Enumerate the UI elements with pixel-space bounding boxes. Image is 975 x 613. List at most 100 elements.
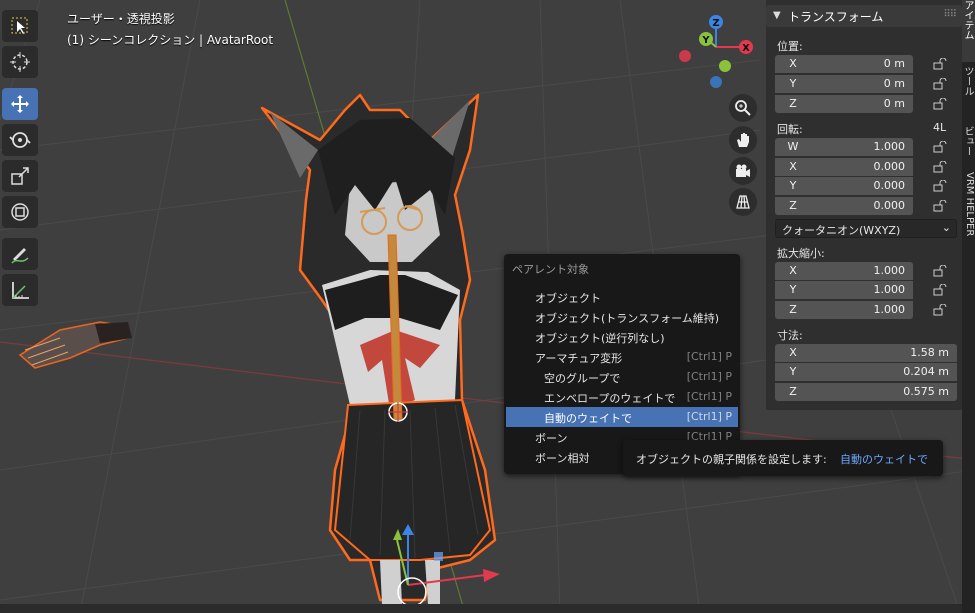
rotate-tool[interactable]	[2, 124, 38, 156]
select-box-icon	[11, 17, 28, 34]
menu-item-armature-deform[interactable]: アーマチュア変形 [Ctrl1] P	[506, 347, 738, 367]
field-value: 1.000	[873, 140, 906, 153]
camera-view-button[interactable]	[729, 157, 757, 185]
dropdown-value: クォータニオン(WXYZ)	[782, 224, 901, 237]
drag-grip-icon[interactable]: ⠿⠿	[943, 9, 957, 20]
menu-item-empty-groups[interactable]: 空のグループで [Ctrl1] P	[506, 367, 738, 387]
gizmo-x-label: X	[742, 43, 750, 54]
menu-item-label: オブジェクト(逆行列なし)	[535, 332, 665, 345]
menu-item-label: エンベロープのウェイトで	[544, 392, 676, 405]
lock-icon[interactable]	[933, 161, 947, 173]
annotate-icon	[11, 248, 29, 264]
dimensions-label: 寸法:	[777, 329, 803, 342]
menu-item-label: アーマチュア変形	[535, 352, 623, 365]
menu-item-object-without-inverse[interactable]: オブジェクト(逆行列なし)	[506, 327, 738, 347]
tab-view[interactable]: ビュー	[962, 126, 975, 166]
pan-button[interactable]	[729, 126, 757, 154]
field-value: 1.58 m	[910, 346, 949, 359]
axis-label: Z	[789, 303, 797, 316]
transform-tool[interactable]	[2, 196, 38, 228]
move-tool[interactable]	[2, 88, 38, 120]
annotate-tool[interactable]	[2, 238, 38, 270]
zoom-button[interactable]	[729, 94, 757, 122]
rotation-y-field[interactable]: Y 0.000	[775, 177, 913, 195]
lock-icon[interactable]	[933, 58, 947, 70]
cursor-icon	[10, 52, 30, 72]
sidebar-panel: ▼ トランスフォーム ⠿⠿ 位置: X0 m Y0 m Z0 m 回転: 4L …	[766, 0, 962, 410]
scale-label: 拡大縮小:	[777, 247, 825, 260]
menu-item-label: オブジェクト	[535, 292, 601, 305]
scale-y-field[interactable]: Y 1.000	[775, 281, 913, 299]
3d-viewport[interactable]: Z X Y ユーザー・透視投影 (1) シーンコレクション | AvatarRo…	[0, 0, 975, 613]
select-box-tool[interactable]	[2, 10, 38, 42]
dimension-x-field[interactable]: X 1.58 m	[775, 344, 957, 362]
detached-hand-mesh	[18, 321, 132, 369]
rotation-z-field[interactable]: Z 0.000	[775, 197, 913, 215]
axis-label: Z	[789, 97, 797, 110]
axis-label: X	[789, 346, 797, 359]
lock-icon[interactable]	[933, 78, 947, 90]
tab-vrm-helper[interactable]: VRM HELPER	[962, 172, 975, 242]
menu-item-automatic-weights[interactable]: 自動のウェイトで [Ctrl1] P	[506, 407, 738, 427]
location-z-field[interactable]: Z 0 m	[775, 95, 913, 113]
axis-label: X	[789, 160, 797, 173]
lock-icon[interactable]	[933, 141, 947, 153]
chevron-down-icon: ⌄	[941, 221, 951, 234]
transform-panel-header[interactable]: ▼ トランスフォーム ⠿⠿	[766, 5, 962, 27]
axis-label: Y	[789, 365, 797, 378]
field-value: 0 m	[883, 57, 905, 70]
grid-icon	[736, 195, 750, 209]
sidebar-tabs: アイテム ツール ビュー VRM HELPER	[962, 0, 975, 613]
rotation-x-field[interactable]: X 0.000	[775, 158, 913, 176]
collection-label: (1) シーンコレクション | AvatarRoot	[67, 33, 274, 47]
axis-label: Z	[789, 385, 797, 398]
move-icon	[11, 95, 29, 113]
scale-z-field[interactable]: Z 1.000	[775, 301, 913, 319]
lock-icon[interactable]	[933, 180, 947, 192]
rotation-w-field[interactable]: W 1.000	[775, 138, 913, 156]
rotate-icon	[9, 132, 31, 148]
axis-label: X	[789, 264, 797, 277]
lock-icon[interactable]	[933, 304, 947, 316]
gizmo-y-label: Y	[701, 35, 710, 46]
menu-item-label: ボーン	[535, 432, 568, 445]
dimension-y-field[interactable]: Y 0.204 m	[775, 363, 957, 381]
menu-item-object-keep-transform[interactable]: オブジェクト(トランスフォーム維持)	[506, 307, 738, 327]
measure-tool[interactable]	[2, 274, 38, 306]
menu-item-object[interactable]: オブジェクト	[506, 287, 738, 307]
tab-item[interactable]: アイテム	[962, 0, 975, 62]
field-value: 1.000	[873, 283, 906, 296]
lock-icon[interactable]	[933, 284, 947, 296]
menu-item-label: ボーン相対	[535, 452, 590, 465]
tab-tool[interactable]: ツール	[962, 66, 975, 122]
transform-icon	[11, 203, 29, 221]
dimension-z-field[interactable]: Z 0.575 m	[775, 383, 957, 401]
scale-tool[interactable]	[2, 160, 38, 192]
navigation-gizmo[interactable]: Z X Y	[679, 15, 753, 88]
location-label: 位置:	[777, 40, 803, 53]
camera-icon	[736, 164, 750, 177]
rotation-mode-dropdown[interactable]: クォータニオン(WXYZ) ⌄	[775, 219, 957, 238]
menu-title: ペアレント対象	[512, 263, 589, 276]
panel-title: トランスフォーム	[788, 10, 884, 24]
menu-item-shortcut: [Ctrl1] P	[686, 350, 732, 363]
cursor-tool[interactable]	[2, 46, 38, 78]
tooltip-description: オブジェクトの親子関係を設定します:	[636, 453, 827, 466]
menu-item-shortcut: [Ctrl1] P	[686, 390, 732, 403]
field-value: 1.000	[873, 303, 906, 316]
axis-label: Y	[789, 179, 797, 192]
perspective-toggle-button[interactable]	[729, 188, 757, 216]
lock-icon[interactable]	[933, 98, 947, 110]
field-value: 0.000	[873, 199, 906, 212]
menu-item-envelope-weights[interactable]: エンベロープのウェイトで [Ctrl1] P	[506, 387, 738, 407]
scale-x-field[interactable]: X 1.000	[775, 262, 913, 280]
lock-icon[interactable]	[933, 265, 947, 277]
collapse-arrow-icon: ▼	[773, 10, 781, 21]
location-x-field[interactable]: X 0 m	[775, 55, 913, 73]
measure-icon	[12, 282, 29, 299]
lock-icon[interactable]	[933, 200, 947, 212]
location-y-field[interactable]: Y 0 m	[775, 75, 913, 93]
menu-item-label: 自動のウェイトで	[544, 412, 632, 425]
rotation-label: 回転:	[777, 123, 803, 136]
character-mesh	[260, 93, 497, 605]
